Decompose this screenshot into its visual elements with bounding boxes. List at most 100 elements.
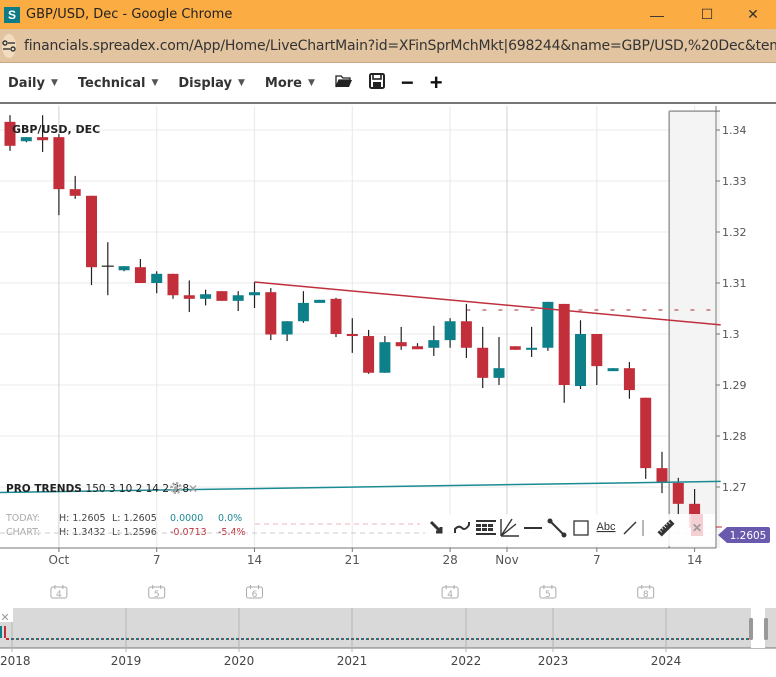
zoom-in-button[interactable]: +: [430, 70, 443, 96]
chart-toolbar: Daily ▼ Technical ▼ Display ▼ More ▼ − +: [0, 64, 776, 104]
candle-body[interactable]: [200, 294, 212, 299]
candle-body[interactable]: [672, 482, 684, 504]
tune-icon[interactable]: [2, 33, 16, 58]
candle-body[interactable]: [20, 137, 32, 142]
folder-icon[interactable]: [335, 74, 353, 93]
menu-more[interactable]: More ▼: [265, 76, 315, 91]
candle-body[interactable]: [477, 347, 489, 378]
navigator-year-label: 2018: [0, 654, 31, 668]
candle-body[interactable]: [37, 137, 49, 141]
minimize-button[interactable]: —: [634, 0, 680, 29]
y-tick-label: 1.27: [722, 481, 747, 494]
menu-technical[interactable]: Technical ▼: [78, 76, 159, 91]
trendline-resistance[interactable]: [254, 281, 721, 326]
navigator-year-label: 2024: [651, 654, 682, 668]
chart-title: GBP/USD, DEC: [12, 123, 100, 136]
chevron-down-icon: ▼: [50, 78, 58, 88]
candle-body[interactable]: [460, 321, 472, 348]
indicator-name: PRO TRENDS: [6, 483, 86, 495]
chevron-down-icon: ▼: [308, 78, 315, 88]
stats-low: L: 1.2605: [112, 513, 157, 524]
x-tick-label: 7: [593, 553, 601, 567]
menu-daily-label: Daily: [8, 75, 45, 91]
indicator-label: PRO TRENDS 150 3 10 2 14 2 3 8: [6, 483, 189, 495]
candle-body[interactable]: [216, 291, 228, 301]
candle-body[interactable]: [428, 340, 440, 348]
remove-indicator-icon[interactable]: ✕: [188, 482, 198, 496]
stats-change: 0.0000: [170, 513, 203, 524]
candle-body[interactable]: [656, 468, 668, 483]
candle-body[interactable]: [558, 303, 570, 385]
candle-body[interactable]: [281, 321, 293, 335]
navigator-year-label: 2019: [111, 654, 142, 668]
calendar-event-label: 5: [545, 590, 551, 600]
maximize-button[interactable]: ☐: [684, 0, 730, 29]
candle-body[interactable]: [412, 346, 423, 350]
price-chart[interactable]: 1.34 1.33 1.32 1.31 1.3 1.29 1.28 1.27 Oct 7 14 21 2…: [0, 104, 776, 677]
close-button[interactable]: ✕: [730, 0, 776, 29]
candle-body[interactable]: [167, 273, 179, 296]
navigator-background[interactable]: [0, 608, 776, 648]
chevron-down-icon: ▼: [237, 78, 245, 88]
candle-body[interactable]: [232, 295, 244, 301]
candle-body[interactable]: [69, 189, 81, 196]
candle-body[interactable]: [249, 292, 260, 296]
candle-body[interactable]: [640, 397, 652, 469]
menu-daily[interactable]: Daily ▼: [8, 76, 58, 91]
x-tick-label: 14: [247, 553, 262, 567]
candle-body[interactable]: [395, 342, 407, 347]
candle-body[interactable]: [509, 346, 521, 350]
candle-body[interactable]: [314, 299, 326, 303]
candle-body[interactable]: [151, 273, 163, 283]
candle-body[interactable]: [53, 137, 65, 190]
save-icon[interactable]: [368, 72, 385, 94]
menu-display[interactable]: Display ▼: [178, 76, 245, 91]
x-tick-label: 14: [687, 553, 702, 567]
candle-body[interactable]: [265, 292, 277, 335]
window-title: GBP/USD, Dec - Google Chrome: [26, 7, 233, 22]
candle-body[interactable]: [526, 347, 538, 350]
candle-body[interactable]: [297, 302, 309, 322]
text-icon[interactable]: Abc: [597, 521, 616, 533]
svg-text:Abc: Abc: [597, 521, 616, 533]
candle-body[interactable]: [183, 295, 195, 299]
stats-pct: -5.4%: [218, 527, 246, 538]
candle-body[interactable]: [379, 342, 391, 373]
candle-body[interactable]: [493, 368, 505, 378]
candle-body[interactable]: [607, 368, 619, 372]
candle-body[interactable]: [444, 321, 456, 341]
navigator-handle-right[interactable]: [764, 618, 768, 640]
navigator-year-label: 2022: [451, 654, 482, 668]
candle-body[interactable]: [623, 368, 635, 391]
menu-technical-label: Technical: [77, 75, 146, 91]
zoom-out-button[interactable]: −: [401, 70, 414, 96]
spreadex-favicon: S: [4, 6, 20, 23]
candle-body[interactable]: [86, 195, 97, 268]
navigator-close-icon[interactable]: ✕: [0, 611, 9, 624]
candle-body[interactable]: [134, 267, 146, 283]
candle-body[interactable]: [575, 334, 586, 387]
calendar-event-label: 4: [447, 590, 453, 600]
url-text[interactable]: financials.spreadex.com/App/Home/LiveCha…: [24, 38, 776, 54]
x-tick-label: Nov: [495, 553, 518, 567]
y-tick-label: 1.3: [722, 328, 740, 341]
y-tick-label: 1.28: [722, 430, 747, 443]
navigator-year-label: 2020: [224, 654, 255, 668]
x-tick-label: Oct: [49, 553, 70, 567]
stats-pct: 0.0%: [218, 513, 242, 524]
candle-body[interactable]: [363, 336, 375, 373]
window-titlebar: S GBP/USD, Dec - Google Chrome — ☐ ✕: [0, 0, 776, 29]
candle-body[interactable]: [591, 334, 603, 367]
stats-label: TODAY:: [5, 513, 40, 524]
candle-body[interactable]: [330, 298, 342, 334]
calendar-event-label: 5: [154, 590, 160, 600]
address-bar: financials.spreadex.com/App/Home/LiveCha…: [0, 29, 776, 63]
svg-text:✕: ✕: [692, 521, 702, 535]
delete-icon[interactable]: ✕: [691, 514, 703, 536]
navigator-window[interactable]: [751, 608, 765, 648]
candle-body[interactable]: [346, 334, 358, 337]
drawing-toolbar: [425, 514, 715, 546]
menu-display-label: Display: [178, 75, 232, 91]
candle-body[interactable]: [118, 266, 130, 271]
navigator-handle-left[interactable]: [749, 618, 753, 640]
